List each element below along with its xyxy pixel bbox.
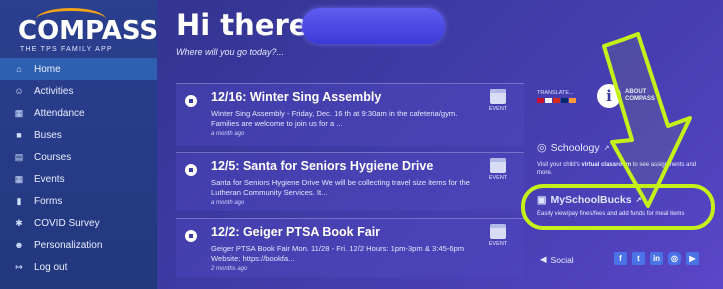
sidebar-item-label: Buses	[34, 129, 62, 141]
courses-icon: ▤	[14, 151, 24, 162]
sidebar-item-home[interactable]: ⌂ Home	[0, 58, 157, 80]
card-timestamp: a month ago	[211, 131, 245, 137]
event-badge: EVENT	[486, 158, 510, 181]
social-section: ◀ Social	[540, 254, 574, 265]
compass-logo[interactable]: COMPASS THE TPS FAMILY APP	[14, 6, 158, 54]
schoology-title: Schoology	[550, 141, 600, 154]
linkedin-icon[interactable]: in	[650, 252, 663, 265]
sidebar-item-label: Log out	[34, 261, 68, 273]
sidebar-item-log-out[interactable]: ↦ Log out	[0, 256, 157, 278]
sidebar-item-attendance[interactable]: ▦ Attendance	[0, 102, 157, 124]
annotation-highlight-ring	[521, 184, 715, 230]
attendance-icon: ▦	[14, 107, 24, 118]
card-description: Geiger PTSA Book Fair Mon. 11/28 - Fri. …	[211, 244, 473, 275]
event-label: EVENT	[488, 106, 508, 112]
schoology-desc-bold: virtual classroom	[581, 162, 632, 168]
page-subtitle: Where will you go today?...	[176, 47, 285, 57]
event-label: EVENT	[488, 241, 508, 247]
card-description: Winter Sing Assembly - Friday, Dec. 16 t…	[211, 109, 473, 140]
card-title: 12/16: Winter Sing Assembly	[211, 90, 382, 104]
forms-icon: ▮	[16, 195, 22, 206]
about-compass-link[interactable]: ABOUT COMPASS	[625, 89, 655, 103]
about-label: ABOUT COMPASS	[625, 89, 655, 102]
card-description: Santa for Seniors Hygiene Drive We will …	[211, 178, 473, 209]
sidebar-item-forms[interactable]: ▮ Forms	[0, 190, 157, 212]
flag-icon[interactable]	[545, 98, 552, 103]
bullet-icon	[185, 95, 197, 107]
flag-icon[interactable]	[569, 98, 576, 103]
announcement-card[interactable]: 12/16: Winter Sing Assembly Winter Sing A…	[176, 83, 524, 146]
sidebar: COMPASS THE TPS FAMILY APP ⌂ Home ☺ Activit…	[0, 0, 158, 289]
sidebar-item-buses[interactable]: ■ Buses	[0, 124, 157, 146]
flag-icon[interactable]	[537, 98, 544, 103]
home-icon: ⌂	[16, 64, 22, 74]
person-icon: ☻	[14, 240, 24, 250]
calendar-icon	[490, 89, 506, 104]
flag-icon[interactable]	[553, 98, 560, 103]
schoology-desc-text: Visit your child's	[537, 162, 582, 168]
calendar-icon	[490, 224, 506, 239]
redacted-name	[302, 8, 445, 44]
card-title: 12/5: Santa for Seniors Hygiene Drive	[211, 159, 434, 173]
event-badge: EVENT	[486, 89, 510, 112]
card-title: 12/2: Geiger PTSA Book Fair	[211, 225, 381, 239]
event-badge: EVENT	[486, 224, 510, 247]
covid-icon: ✱	[15, 217, 23, 228]
flag-icon[interactable]	[561, 98, 568, 103]
schoology-icon: ◎	[537, 142, 547, 154]
sidebar-item-label: Forms	[34, 195, 63, 207]
page-title: Hi there,	[176, 8, 320, 42]
announcement-card[interactable]: 12/2: Geiger PTSA Book Fair Geiger PTSA B…	[176, 218, 524, 277]
sidebar-item-activities[interactable]: ☺ Activities	[0, 80, 157, 102]
event-label: EVENT	[488, 175, 508, 181]
bus-icon: ■	[16, 130, 22, 140]
sidebar-item-label: COVID Survey	[34, 217, 100, 229]
sidebar-item-courses[interactable]: ▤ Courses	[0, 146, 157, 168]
logo-title: COMPASS	[18, 16, 159, 46]
facebook-icon[interactable]: f	[614, 252, 627, 265]
youtube-icon[interactable]: ▶	[686, 252, 699, 265]
sidebar-item-label: Activities	[34, 85, 74, 97]
calendar-icon	[490, 158, 506, 173]
sidebar-item-label: Courses	[34, 151, 72, 163]
social-icons: f t in ◎ ▶	[614, 252, 699, 265]
share-icon: ◀	[540, 254, 547, 264]
sidebar-item-label: Attendance	[34, 107, 85, 119]
info-icon[interactable]: i	[597, 84, 621, 108]
events-icon: ▦	[14, 173, 24, 184]
logo-subtitle: THE TPS FAMILY APP	[20, 46, 113, 53]
activities-icon: ☺	[14, 86, 24, 96]
external-link-icon: ↗	[603, 144, 610, 152]
logout-icon: ↦	[15, 261, 23, 272]
sidebar-item-label: Events	[34, 173, 65, 185]
translate-label[interactable]: TRANSLATE...	[537, 90, 574, 96]
card-desc-text: Santa for Seniors Hygiene Drive We will …	[211, 178, 470, 197]
card-desc-text: Winter Sing Assembly - Friday, Dec. 16 t…	[211, 109, 458, 128]
language-flags[interactable]	[537, 98, 576, 103]
bullet-icon	[185, 230, 197, 242]
social-label: Social	[550, 254, 574, 265]
instagram-icon[interactable]: ◎	[668, 252, 681, 265]
announcement-card[interactable]: 12/5: Santa for Seniors Hygiene Drive San…	[176, 152, 524, 211]
card-timestamp: a month ago	[211, 200, 245, 206]
sidebar-nav: ⌂ Home ☺ Activities ▦ Attendance ■ Buses ▤ Course…	[0, 58, 157, 278]
twitter-icon[interactable]: t	[632, 252, 645, 265]
card-timestamp: 2 months ago	[211, 266, 248, 272]
sidebar-item-personalization[interactable]: ☻ Personalization	[0, 234, 157, 256]
bullet-icon	[185, 164, 197, 176]
sidebar-item-label: Personalization	[34, 239, 103, 251]
sidebar-item-events[interactable]: ▦ Events	[0, 168, 157, 190]
schoology-link[interactable]: ◎ Schoology ↗	[537, 141, 610, 155]
sidebar-item-covid-survey[interactable]: ✱ COVID Survey	[0, 212, 157, 234]
schoology-description: Visit your child's virtual classroom to …	[537, 161, 697, 177]
card-desc-text: Geiger PTSA Book Fair Mon. 11/28 - Fri. …	[211, 244, 465, 263]
sidebar-item-label: Home	[34, 63, 61, 75]
